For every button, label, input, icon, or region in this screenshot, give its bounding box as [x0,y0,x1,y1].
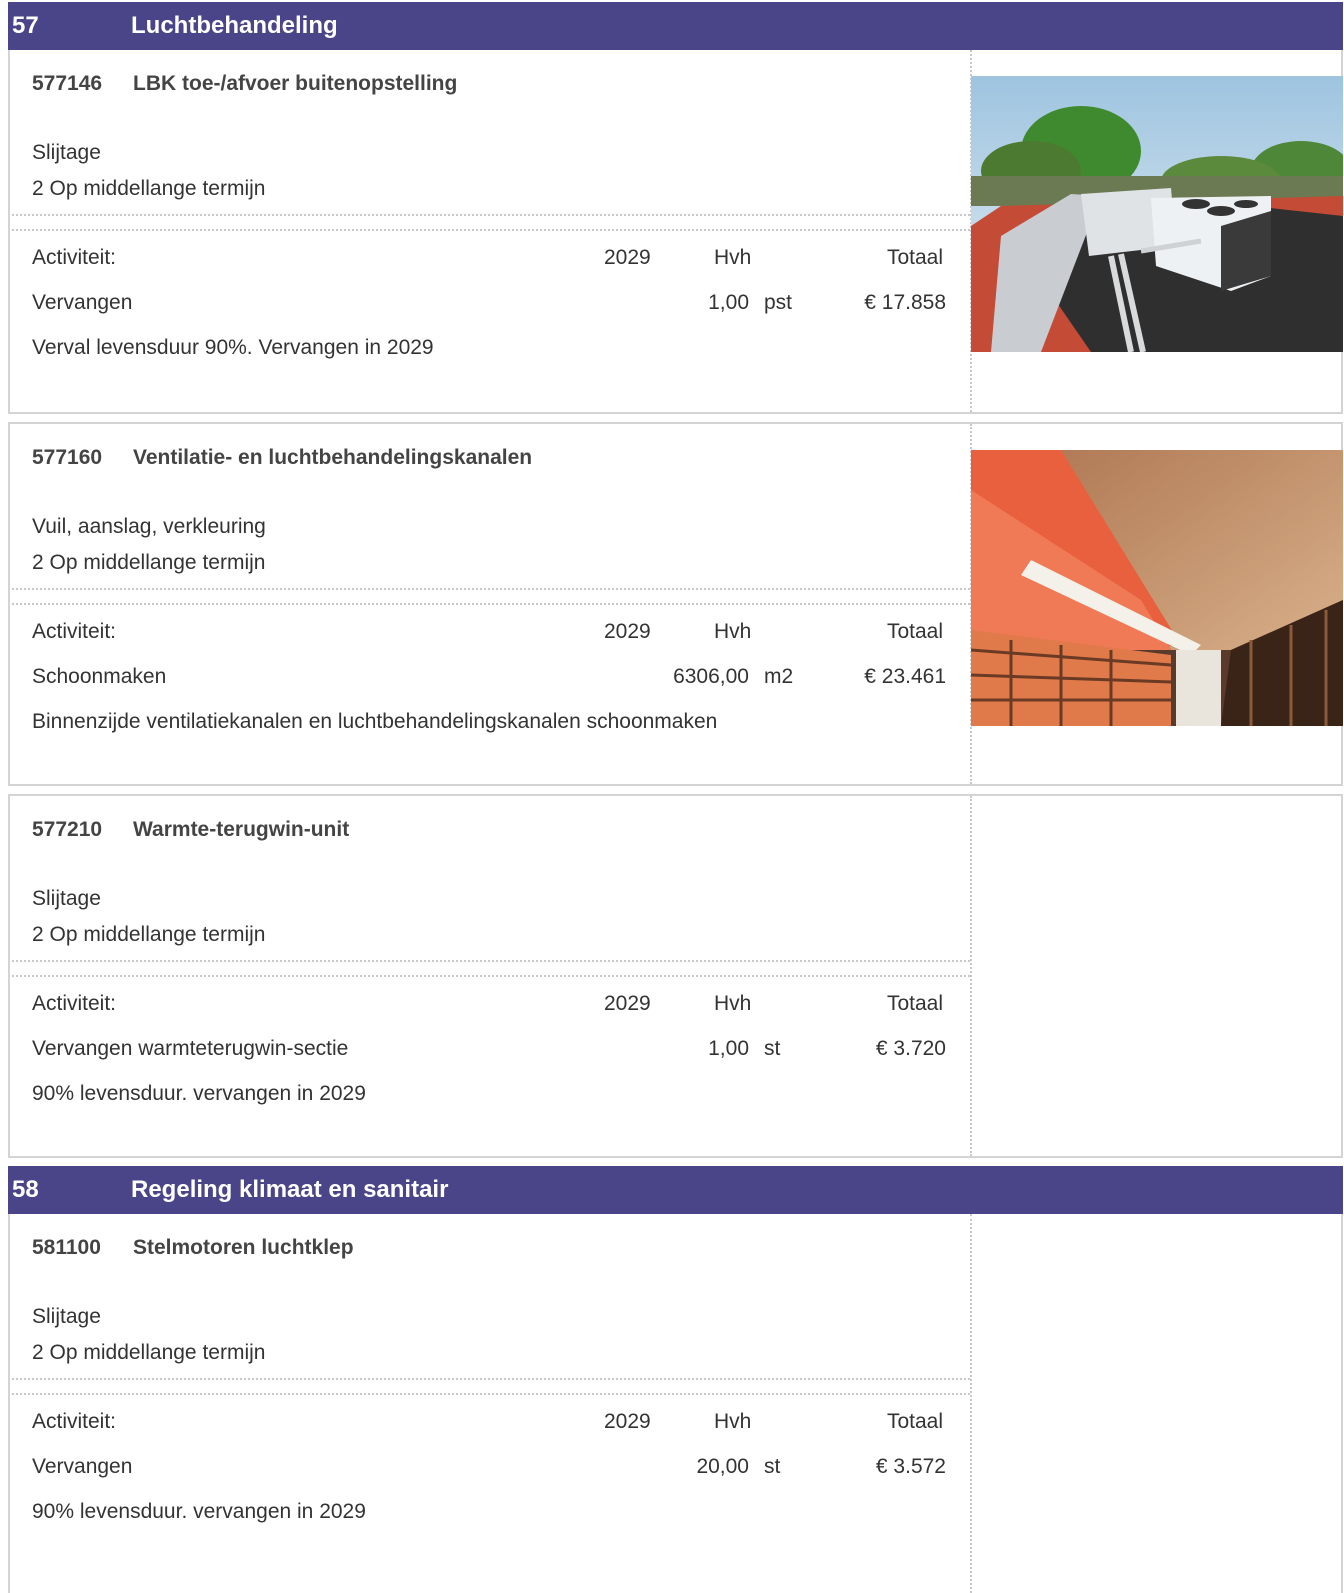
activity-header-total: Totaal [886,246,943,269]
item-title: Ventilatie- en luchtbehandelingskanalen [133,446,533,469]
item-cause: Slijtage [32,887,101,910]
activity-quantity: 1,00 [708,291,749,314]
item-urgency: 2 Op middellange termijn [32,177,266,200]
item-card-581100: 581100 Stelmotoren luchtklep Slijtage 2 … [8,1214,1343,1593]
item-note: 90% levensduur. vervangen in 2029 [32,1500,366,1523]
item-cause: Vuil, aanslag, verkleuring [32,515,266,538]
activity-name: Schoonmaken [32,665,167,688]
item-code: 581100 [32,1236,101,1259]
activity-quantity: 1,00 [708,1037,749,1060]
section-number: 57 [12,12,39,39]
section-header-57: 57 Luchtbehandeling [8,2,1343,50]
section-header-58: 58 Regeling klimaat en sanitair [8,1166,1343,1214]
activity-header-year: 2029 [604,620,651,643]
section-title: Regeling klimaat en sanitair [131,1176,449,1203]
activity-header-qty: Hvh [714,1410,752,1433]
ventilation-ducts-photo [971,450,1343,726]
activity-header-qty: Hvh [714,246,752,269]
item-urgency: 2 Op middellange termijn [32,551,266,574]
activity-header-year: 2029 [604,246,651,269]
activity-header-year: 2029 [604,992,651,1015]
activity-name: Vervangen [32,1455,133,1478]
activity-quantity: 6306,00 [673,665,749,688]
item-card-577160: 577160 Ventilatie- en luchtbehandelingsk… [8,422,1343,786]
activity-header-qty: Hvh [714,620,752,643]
activity-header-total: Totaal [886,992,943,1015]
activity-header-label: Activiteit: [32,246,117,269]
dotted-separator [12,214,970,231]
item-note: 90% levensduur. vervangen in 2029 [32,1082,366,1105]
activity-name: Vervangen [32,291,133,314]
dotted-separator [12,1378,970,1395]
column-divider [970,796,972,1156]
activity-total: € 17.858 [864,291,946,314]
activity-quantity: 20,00 [696,1455,749,1478]
activity-header-total: Totaal [886,1410,943,1433]
item-title: LBK toe-/afvoer buitenopstelling [133,72,458,95]
activity-header-total: Totaal [886,620,943,643]
item-card-577210: 577210 Warmte-terugwin-unit Slijtage 2 O… [8,794,1343,1158]
item-title: Warmte-terugwin-unit [133,818,350,841]
activity-unit: m2 [764,665,794,688]
activity-header-year: 2029 [604,1410,651,1433]
section-title: Luchtbehandeling [131,12,338,39]
activity-header-qty: Hvh [714,992,752,1015]
activity-total: € 3.572 [875,1455,946,1478]
item-note: Verval levensduur 90%. Vervangen in 2029 [32,336,434,359]
section-number: 58 [12,1176,39,1203]
item-cause: Slijtage [32,141,101,164]
dotted-separator [12,588,970,605]
item-code: 577160 [32,446,103,469]
dotted-separator [12,960,970,977]
activity-header-label: Activiteit: [32,992,117,1015]
activity-unit: pst [764,291,793,314]
activity-unit: st [764,1037,781,1060]
activity-header-label: Activiteit: [32,620,117,643]
activity-header-label: Activiteit: [32,1410,117,1433]
activity-total: € 3.720 [875,1037,946,1060]
activity-total: € 23.461 [864,665,946,688]
rooftop-unit-photo [971,76,1343,352]
item-urgency: 2 Op middellange termijn [32,923,266,946]
item-code: 577146 [32,72,103,95]
item-code: 577210 [32,818,103,841]
activity-name: Vervangen warmteterugwin-sectie [32,1037,349,1060]
item-title: Stelmotoren luchtklep [133,1236,354,1259]
item-card-577146: 577146 LBK toe-/afvoer buitenopstelling … [8,50,1343,414]
column-divider [970,1214,972,1593]
item-note: Binnenzijde ventilatiekanalen en luchtbe… [32,710,718,733]
activity-unit: st [764,1455,781,1478]
item-urgency: 2 Op middellange termijn [32,1341,266,1364]
item-cause: Slijtage [32,1305,101,1328]
